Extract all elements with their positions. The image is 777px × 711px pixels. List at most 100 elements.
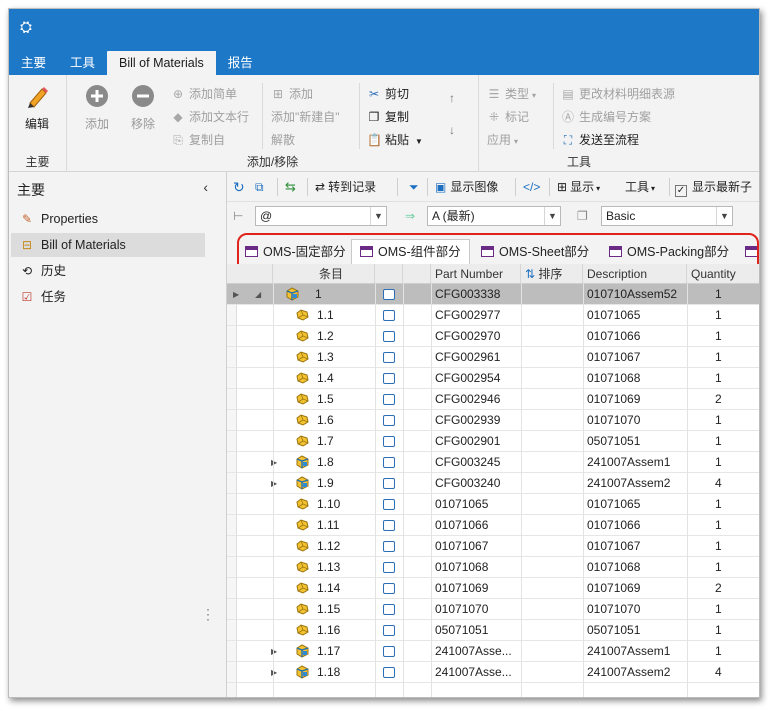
row-checkbox[interactable] — [383, 520, 395, 531]
app-logo-icon[interactable]: ⛭ — [17, 19, 35, 37]
copy-button[interactable]: ❐ 复制 — [367, 108, 409, 126]
header-sort[interactable]: ⇅ 排序 — [521, 264, 583, 284]
table-row[interactable]: 1.1 CFG002977 01071065 1 — [227, 305, 759, 326]
ribbon-tab-report[interactable]: 报告 — [216, 51, 265, 75]
remove-button[interactable]: 移除 — [123, 83, 163, 132]
change-bom-source-button[interactable]: ▤ 更改材料明细表源 — [561, 85, 675, 103]
header-quantity[interactable]: Quantity — [687, 264, 759, 284]
ribbon-tab-tools[interactable]: 工具 — [58, 51, 107, 75]
header-expander — [237, 264, 273, 284]
table-row[interactable]: ▶ 1.9 CFG003240 241007Assem2 4 — [227, 473, 759, 494]
header-check[interactable] — [375, 264, 403, 284]
row-checkbox[interactable] — [383, 478, 395, 489]
table-row[interactable]: 1.7 CFG002901 05071051 1 — [227, 431, 759, 452]
table-row[interactable]: 1.16 05071051 05071051 1 — [227, 620, 759, 641]
copy-from-button[interactable]: ⎘ 复制自 — [171, 131, 225, 149]
generate-number-scheme-button[interactable]: Ⓐ 生成编号方案 — [561, 108, 651, 126]
row-checkbox[interactable] — [383, 625, 395, 636]
disassemble-button[interactable]: 解散 — [271, 131, 295, 149]
table-row[interactable]: 1.13 01071068 01071068 1 — [227, 557, 759, 578]
expand-arrow-icon[interactable]: ▶ — [271, 473, 277, 494]
move-down-button[interactable]: ↓ — [449, 121, 455, 139]
edit-button[interactable]: 编辑 — [17, 83, 57, 132]
add-new-from-button[interactable]: 添加"新建自" — [271, 108, 340, 126]
show-latest-checkbox[interactable]: ✓ 显示最新子 — [675, 178, 752, 197]
row-checkbox[interactable] — [383, 331, 395, 342]
table-row[interactable]: 1.15 01071070 01071070 1 — [227, 599, 759, 620]
expand-arrow-icon[interactable]: ▶ — [271, 662, 277, 683]
title-bar: ⛭ 主要 工具 Bill of Materials 报告 — [9, 9, 759, 75]
table-row[interactable]: 1.2 CFG002970 01071066 1 — [227, 326, 759, 347]
table-row[interactable]: 1.14 01071069 01071069 2 — [227, 578, 759, 599]
table-row[interactable]: ▶ 1.8 CFG003245 241007Assem1 1 — [227, 452, 759, 473]
chevron-left-icon[interactable]: ‹ — [203, 179, 208, 195]
table-row[interactable]: ▶ 1.18 241007Asse... 241007Assem2 4 — [227, 662, 759, 683]
refresh-icon[interactable]: ↻ — [233, 178, 245, 196]
filter-icon[interactable]: ⏷ — [409, 178, 419, 196]
row-checkbox[interactable] — [383, 394, 395, 405]
table-row[interactable]: 1.3 CFG002961 01071067 1 — [227, 347, 759, 368]
collapse-arrow-icon[interactable]: ◢ — [255, 284, 261, 305]
view-select[interactable]: Basic ▼ — [601, 206, 733, 226]
expand-arrow-icon[interactable]: ▶ — [233, 284, 239, 305]
row-checkbox[interactable] — [383, 583, 395, 594]
show-image-button[interactable]: ▣ 显示图像 — [435, 178, 498, 196]
nav-item-properties[interactable]: ✎ Properties — [11, 207, 205, 231]
row-checkbox[interactable] — [383, 310, 395, 321]
paste-button[interactable]: 📋 粘贴 ▼ — [367, 131, 423, 149]
type-button[interactable]: ☰ 类型 ▾ — [487, 85, 536, 103]
resize-grip-icon[interactable]: · · · — [206, 603, 210, 625]
row-checkbox[interactable] — [383, 604, 395, 615]
table-row[interactable]: ▶ 1.17 241007Asse... 241007Assem1 1 — [227, 641, 759, 662]
add-button[interactable]: 添加 — [77, 83, 117, 132]
table-row[interactable]: 1.5 CFG002946 01071069 2 — [227, 389, 759, 410]
open-external-icon[interactable]: ⧉ — [255, 178, 264, 196]
header-description[interactable]: Description — [583, 264, 687, 284]
expand-arrow-icon[interactable]: ▶ — [271, 452, 277, 473]
goto-record-button[interactable]: ⇄ 转到记录 — [315, 178, 376, 196]
row-checkbox[interactable] — [383, 373, 395, 384]
part-icon — [296, 393, 309, 405]
code-icon[interactable]: </> — [523, 178, 540, 196]
config-select[interactable]: @ ▼ — [255, 206, 387, 226]
add-text-line-button[interactable]: ◆ 添加文本行 — [171, 108, 249, 126]
tools-dropdown[interactable]: 工具 ▾ — [625, 178, 655, 196]
row-checkbox[interactable] — [383, 499, 395, 510]
row-checkbox[interactable] — [383, 646, 395, 657]
row-checkbox[interactable] — [383, 562, 395, 573]
export-icon[interactable]: ⇆ — [285, 178, 296, 196]
row-checkbox[interactable] — [383, 667, 395, 678]
row-checkbox[interactable] — [383, 541, 395, 552]
table-row[interactable]: 1.12 01071067 01071067 1 — [227, 536, 759, 557]
add-secondary-button[interactable]: ⊞ 添加 — [271, 85, 313, 103]
ribbon-tab-main[interactable]: 主要 — [9, 51, 58, 75]
display-dropdown[interactable]: ⊞ 显示 ▾ — [557, 178, 600, 196]
table-row[interactable]: 1.10 01071065 01071065 1 — [227, 494, 759, 515]
table-row[interactable]: 1.4 CFG002954 01071068 1 — [227, 368, 759, 389]
nav-item-tasks[interactable]: ☑ 任务 — [11, 285, 205, 309]
header-part-number[interactable]: Part Number — [431, 264, 521, 284]
row-checkbox[interactable] — [383, 352, 395, 363]
cut-button[interactable]: ✂ 剪切 — [367, 85, 409, 103]
add-list-button[interactable]: ⊕ 添加简单 — [171, 85, 237, 103]
row-checkbox[interactable] — [383, 457, 395, 468]
mark-button[interactable]: ⁜ 标记 — [487, 108, 529, 126]
ribbon-tab-bom[interactable]: Bill of Materials — [107, 51, 216, 75]
row-checkbox[interactable] — [383, 436, 395, 447]
expand-arrow-icon[interactable]: ▶ — [271, 641, 277, 662]
column-divider — [521, 284, 522, 697]
nav-item-bom[interactable]: ⊟ Bill of Materials — [11, 233, 205, 257]
apply-button[interactable]: 应用 ▾ — [487, 131, 518, 149]
table-row[interactable]: ▶ ◢ 1 CFG003338 010710Assem52 1 — [227, 284, 759, 305]
version-select[interactable]: A (最新) ▼ — [427, 206, 561, 226]
row-checkbox[interactable] — [383, 415, 395, 426]
send-to-flow-button[interactable]: ⛶ 发送至流程 — [561, 131, 639, 149]
table-row[interactable]: 1.6 CFG002939 01071070 1 — [227, 410, 759, 431]
header-item[interactable]: 条目 — [273, 264, 375, 284]
move-up-button[interactable]: ↑ — [449, 89, 455, 107]
row-checkbox[interactable] — [383, 289, 395, 300]
group-label-main: 主要 — [25, 155, 50, 169]
nav-item-history[interactable]: ⟲ 历史 — [11, 259, 205, 283]
cell-description: 01071069 — [587, 392, 641, 406]
table-row[interactable]: 1.11 01071066 01071066 1 — [227, 515, 759, 536]
